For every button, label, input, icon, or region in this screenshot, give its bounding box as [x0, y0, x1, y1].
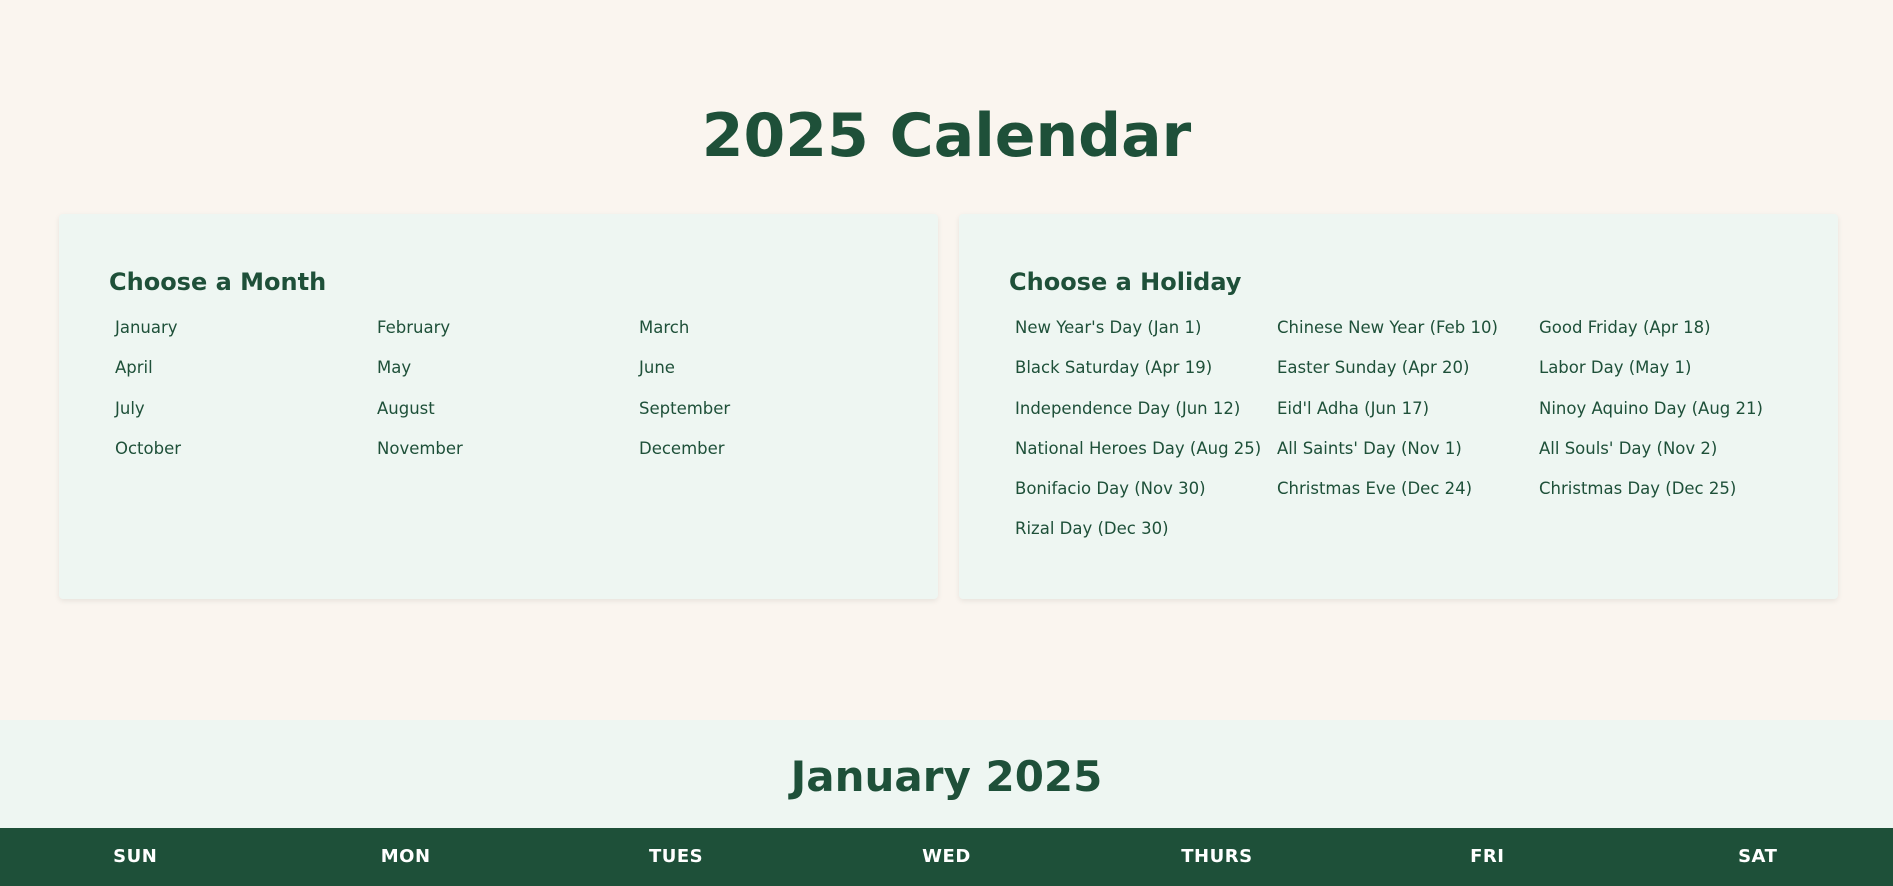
weekday-fri: FRI	[1470, 846, 1505, 867]
holiday-chooser-panel: Choose a Holiday New Year's Day (Jan 1) …	[959, 214, 1838, 599]
holiday-link-ninoy-aquino-day[interactable]: Ninoy Aquino Day (Aug 21)	[1539, 397, 1801, 437]
weekday-thurs: THURS	[1181, 846, 1253, 867]
weekday-sat: SAT	[1738, 846, 1778, 867]
month-link-may[interactable]: May	[377, 356, 639, 396]
holiday-link-all-souls-day[interactable]: All Souls' Day (Nov 2)	[1539, 437, 1801, 477]
month-chooser-panel: Choose a Month January February March Ap…	[59, 214, 938, 599]
holiday-link-black-saturday[interactable]: Black Saturday (Apr 19)	[1015, 356, 1277, 396]
weekday-wed: WED	[922, 846, 971, 867]
month-link-november[interactable]: November	[377, 437, 639, 477]
month-list: January February March April May June Ju…	[115, 316, 901, 477]
month-link-march[interactable]: March	[639, 316, 901, 356]
holiday-link-independence-day[interactable]: Independence Day (Jun 12)	[1015, 397, 1277, 437]
holiday-link-bonifacio-day[interactable]: Bonifacio Day (Nov 30)	[1015, 477, 1277, 517]
month-link-august[interactable]: August	[377, 397, 639, 437]
holiday-link-easter-sunday[interactable]: Easter Sunday (Apr 20)	[1277, 356, 1539, 396]
holiday-list: New Year's Day (Jan 1) Chinese New Year …	[1015, 316, 1801, 558]
holiday-link-national-heroes-day[interactable]: National Heroes Day (Aug 25)	[1015, 437, 1277, 477]
month-link-april[interactable]: April	[115, 356, 377, 396]
holiday-link-christmas-eve[interactable]: Christmas Eve (Dec 24)	[1277, 477, 1539, 517]
month-link-december[interactable]: December	[639, 437, 901, 477]
holiday-chooser-heading: Choose a Holiday	[1009, 268, 1242, 296]
month-link-july[interactable]: July	[115, 397, 377, 437]
month-link-october[interactable]: October	[115, 437, 377, 477]
weekday-header-row: SUN MON TUES WED THURS FRI SAT	[0, 828, 1893, 886]
holiday-link-christmas-day[interactable]: Christmas Day (Dec 25)	[1539, 477, 1801, 517]
calendar-month-title: January 2025	[790, 752, 1103, 801]
holiday-link-eidl-adha[interactable]: Eid'l Adha (Jun 17)	[1277, 397, 1539, 437]
month-link-february[interactable]: February	[377, 316, 639, 356]
holiday-link-chinese-new-year[interactable]: Chinese New Year (Feb 10)	[1277, 316, 1539, 356]
weekday-mon: MON	[380, 846, 431, 867]
holiday-link-all-saints-day[interactable]: All Saints' Day (Nov 1)	[1277, 437, 1539, 477]
weekday-sun: SUN	[113, 846, 158, 867]
page-title: 2025 Calendar	[701, 101, 1192, 171]
holiday-link-new-years-day[interactable]: New Year's Day (Jan 1)	[1015, 316, 1277, 356]
month-section-header: January 2025	[0, 720, 1893, 828]
holiday-link-rizal-day[interactable]: Rizal Day (Dec 30)	[1015, 517, 1277, 557]
holiday-link-labor-day[interactable]: Labor Day (May 1)	[1539, 356, 1801, 396]
holiday-link-good-friday[interactable]: Good Friday (Apr 18)	[1539, 316, 1801, 356]
month-link-june[interactable]: June	[639, 356, 901, 396]
month-link-january[interactable]: January	[115, 316, 377, 356]
month-link-september[interactable]: September	[639, 397, 901, 437]
month-chooser-heading: Choose a Month	[109, 268, 327, 296]
weekday-tues: TUES	[648, 846, 704, 867]
